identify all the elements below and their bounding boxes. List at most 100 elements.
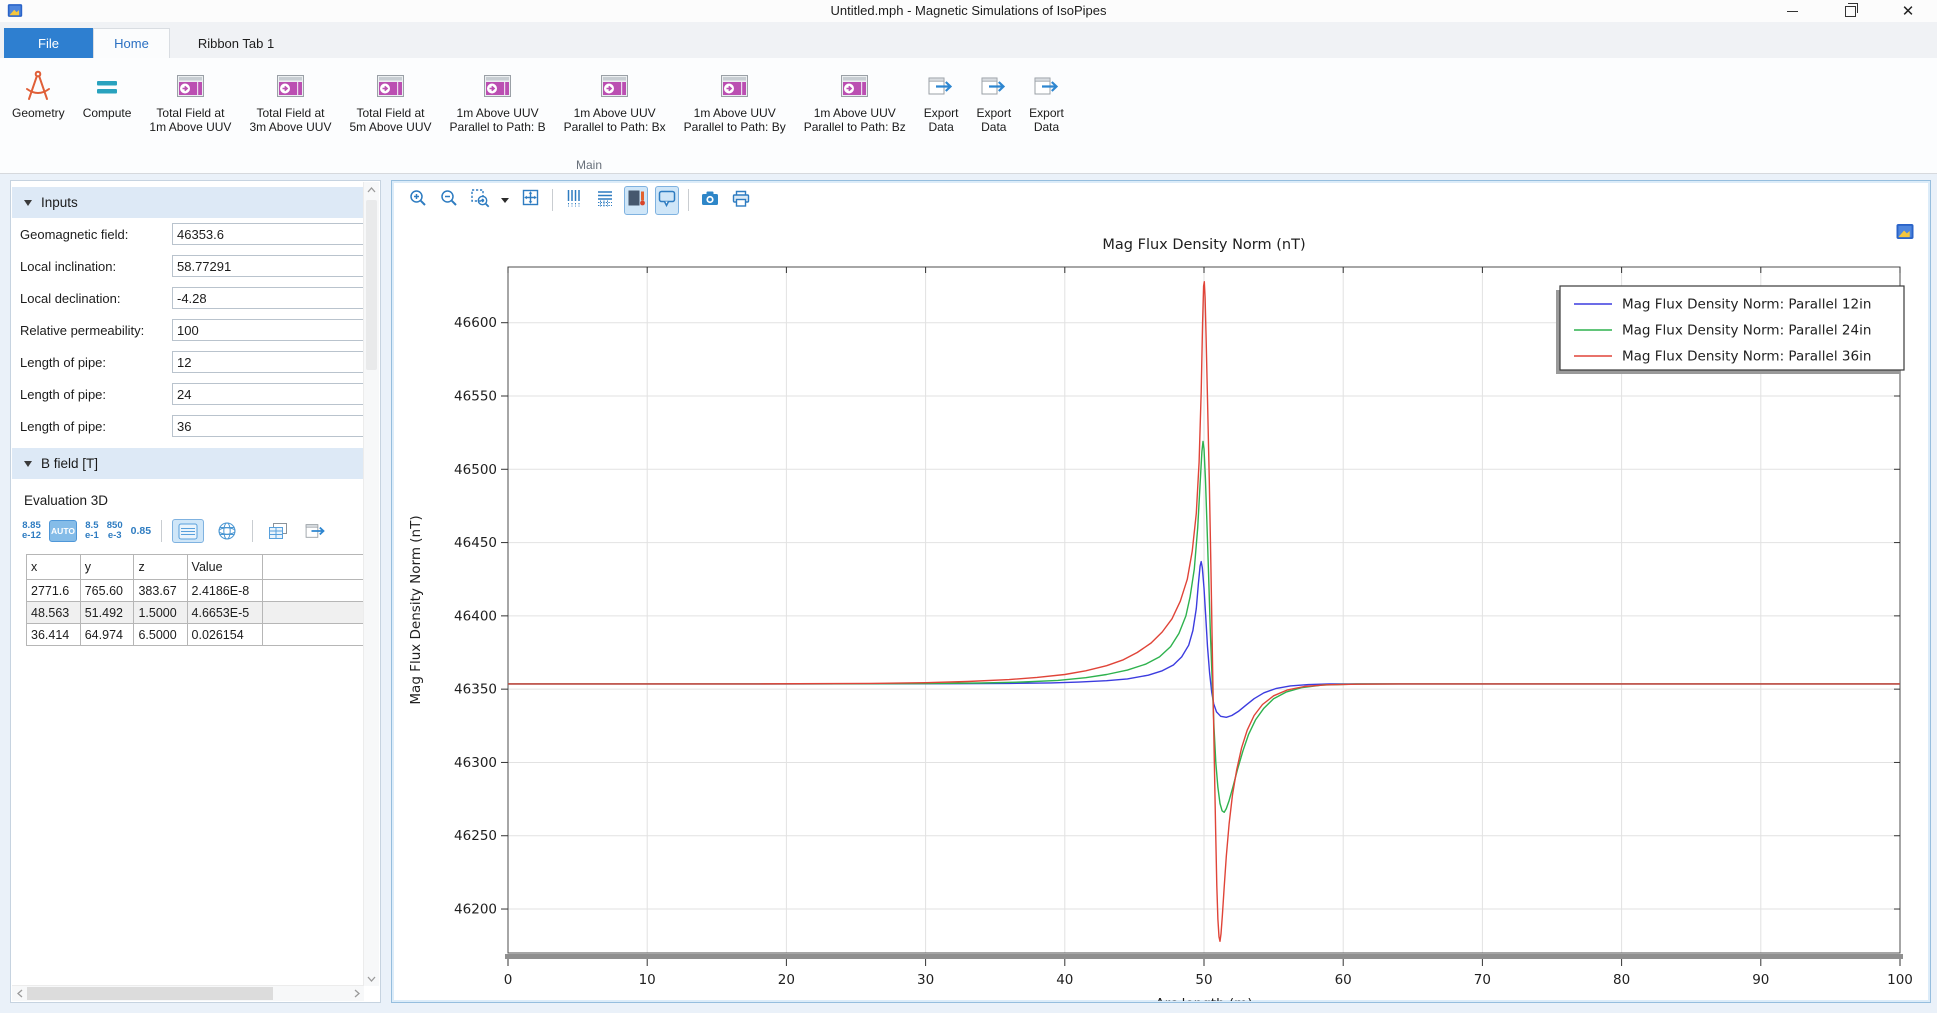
ribbon-button-1m-above-uuv-parallel-to-path-by[interactable]: 1m Above UUV Parallel to Path: By — [680, 64, 790, 136]
zoom-extents-icon — [520, 187, 541, 213]
export-table-button[interactable] — [301, 520, 331, 542]
ribbon-button-total-field-at-3m-above-uuv[interactable]: Total Field at 3m Above UUV — [245, 64, 335, 136]
precision-display-icon[interactable]: 850e-3 — [107, 521, 123, 541]
plot-sphere-button[interactable] — [212, 520, 242, 542]
restore-button[interactable] — [1821, 0, 1879, 22]
plot-window-icon — [277, 66, 304, 106]
zoom-in-button[interactable] — [406, 186, 430, 215]
zoom-box-button[interactable] — [468, 186, 492, 215]
scroll-up-icon[interactable] — [364, 182, 379, 197]
chevron-down-icon[interactable] — [501, 198, 509, 203]
svg-text:70: 70 — [1474, 972, 1491, 988]
tab-file-label: File — [38, 36, 59, 51]
main-content: Inputs Geomagnetic field:Local inclinati… — [0, 175, 1937, 1013]
tab-home[interactable]: Home — [93, 28, 170, 58]
plot-window-icon — [484, 66, 511, 106]
toolbar-separator — [552, 189, 553, 211]
show-table-button[interactable] — [172, 519, 204, 543]
input-row: Length of pipe: — [12, 410, 364, 442]
scroll-left-icon[interactable] — [12, 986, 27, 1001]
field-input-length-of-pipe--12[interactable] — [172, 351, 364, 373]
plot-tooltip-button[interactable] — [655, 186, 679, 215]
ribbon-button-total-field-at-5m-above-uuv[interactable]: Total Field at 5m Above UUV — [345, 64, 435, 136]
precision-auto-button[interactable]: AUTO — [49, 520, 77, 542]
toolbar-separator — [252, 520, 253, 542]
printer-button[interactable] — [729, 186, 753, 215]
zoom-out-button[interactable] — [437, 186, 461, 215]
minimize-icon — [1787, 11, 1798, 12]
ribbon-button-export-data[interactable]: Export Data — [1025, 64, 1068, 136]
field-label: Length of pipe: — [20, 387, 172, 402]
inputs-section-header[interactable]: Inputs — [12, 187, 364, 218]
graphics-panel: 0102030405060708090100462004625046300463… — [391, 180, 1931, 1003]
close-button[interactable]: ✕ — [1879, 0, 1937, 22]
table-cell: 36.414 — [27, 624, 81, 646]
table-header-y[interactable]: y — [80, 555, 134, 580]
table-header-Value[interactable]: Value — [187, 555, 263, 580]
svg-text:Arc length (m): Arc length (m) — [1155, 996, 1252, 1001]
titlebar: Untitled.mph - Magnetic Simulations of I… — [0, 0, 1937, 22]
ribbon-button-label: Compute — [83, 106, 132, 120]
table-header-z[interactable]: z — [134, 555, 187, 580]
precision-decimal-icon[interactable]: 0.85 — [131, 521, 151, 541]
table-cell — [263, 624, 364, 646]
input-row: Relative permeability: — [12, 314, 364, 346]
ribbon-button-1m-above-uuv-parallel-to-path-bz[interactable]: 1m Above UUV Parallel to Path: Bz — [800, 64, 910, 136]
field-input-length-of-pipe--24[interactable] — [172, 383, 364, 405]
field-label: Local inclination: — [20, 259, 172, 274]
ribbon: Geometry Compute Total Field at 1m Above U… — [0, 58, 1937, 174]
ribbon-button-label: Geometry — [12, 106, 65, 120]
tab-ribbon-tab-1[interactable]: Ribbon Tab 1 — [172, 28, 300, 58]
evaluation-table: xyzValue2771.6765.60383.672.4186E-848.56… — [26, 554, 364, 646]
color-legend-button[interactable] — [624, 186, 648, 215]
field-input-local-declination---4.28[interactable] — [172, 287, 364, 309]
table-row[interactable]: 2771.6765.60383.672.4186E-8 — [27, 580, 364, 602]
collapse-triangle-icon — [24, 200, 32, 206]
field-input-local-inclination--58.77291[interactable] — [172, 255, 364, 277]
ribbon-button-geometry[interactable]: Geometry — [8, 64, 69, 122]
new-table-button[interactable] — [263, 520, 293, 542]
table-header-empty[interactable] — [263, 555, 364, 580]
field-input-geomagnetic-field--46353.6[interactable] — [172, 223, 364, 245]
table-cell: 4.6653E-5 — [187, 602, 263, 624]
sidebar-horizontal-scrollbar[interactable] — [12, 985, 364, 1001]
field-input-relative-permeability--100[interactable] — [172, 319, 364, 341]
ribbon-button-export-data[interactable]: Export Data — [920, 64, 963, 136]
ribbon-button-label: 1m Above UUV Parallel to Path: By — [684, 106, 786, 134]
svg-text:90: 90 — [1752, 972, 1769, 988]
restore-icon — [1845, 6, 1856, 17]
ribbon-button-total-field-at-1m-above-uuv[interactable]: Total Field at 1m Above UUV — [145, 64, 235, 136]
grid-vertical-button[interactable] — [562, 186, 586, 215]
sidebar-vertical-scrollbar[interactable] — [363, 182, 379, 986]
table-header-row: xyzValue — [27, 555, 364, 580]
camera-button[interactable] — [698, 186, 722, 215]
precision-scientific-icon[interactable]: 8.85e-12 — [22, 521, 41, 541]
input-row: Length of pipe: — [12, 378, 364, 410]
svg-text:46450: 46450 — [454, 535, 497, 551]
zoom-extents-button[interactable] — [518, 185, 543, 215]
horizontal-scroll-thumb[interactable] — [27, 987, 273, 1000]
scroll-down-icon[interactable] — [364, 971, 379, 986]
svg-text:Mag Flux Density Norm (nT): Mag Flux Density Norm (nT) — [408, 515, 424, 704]
field-input-length-of-pipe--36[interactable] — [172, 415, 364, 437]
plot-canvas[interactable]: 0102030405060708090100462004625046300463… — [393, 215, 1931, 1001]
table-cell — [263, 602, 364, 624]
vertical-scroll-thumb[interactable] — [366, 200, 377, 370]
ribbon-button-compute[interactable]: Compute — [79, 64, 136, 122]
ribbon-button-1m-above-uuv-parallel-to-path-b[interactable]: 1m Above UUV Parallel to Path: B — [446, 64, 550, 136]
tab-file[interactable]: File — [4, 28, 93, 58]
bfield-section-header[interactable]: B field [T] — [12, 448, 364, 479]
ribbon-button-1m-above-uuv-parallel-to-path-bx[interactable]: 1m Above UUV Parallel to Path: Bx — [560, 64, 670, 136]
ribbon-button-export-data[interactable]: Export Data — [972, 64, 1015, 136]
field-label: Length of pipe: — [20, 355, 172, 370]
table-cell: 2771.6 — [27, 580, 81, 602]
table-row[interactable]: 36.41464.9746.50000.026154 — [27, 624, 364, 646]
table-row[interactable]: 48.56351.4921.50004.6653E-5 — [27, 602, 364, 624]
scroll-right-icon[interactable] — [349, 986, 364, 1001]
svg-text:46350: 46350 — [454, 682, 497, 698]
minimize-button[interactable] — [1763, 0, 1821, 22]
plot-window-icon — [841, 66, 868, 106]
table-header-x[interactable]: x — [27, 555, 81, 580]
grid-horizontal-button[interactable] — [593, 186, 617, 215]
precision-engineering-icon[interactable]: 8.5e-1 — [85, 521, 99, 541]
